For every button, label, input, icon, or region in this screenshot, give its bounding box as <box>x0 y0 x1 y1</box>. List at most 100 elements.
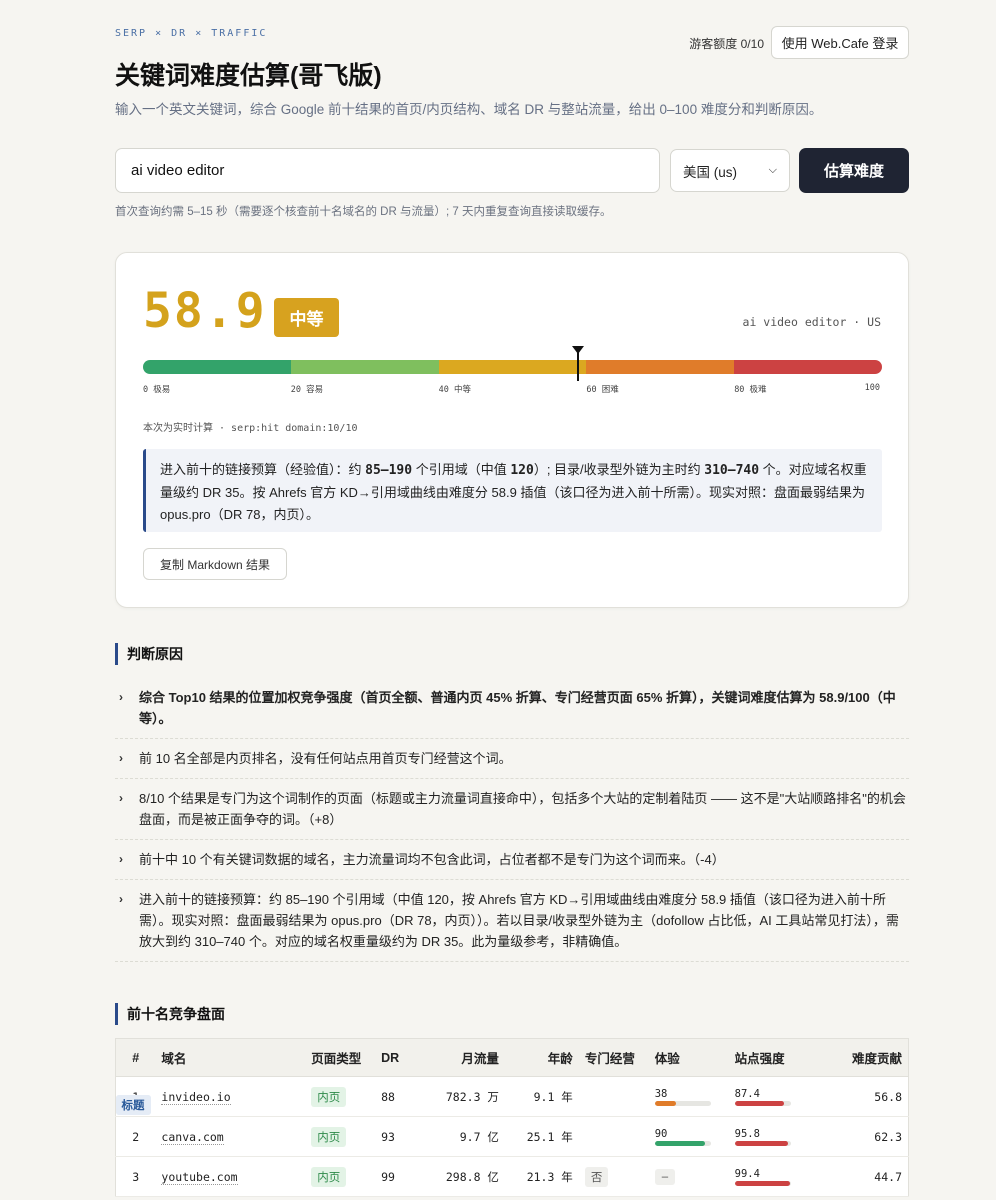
gauge-tick-label: 80 极难 <box>734 385 767 395</box>
gauge-segment <box>290 360 439 374</box>
gauge-tick-label: 0 极易 <box>143 385 171 395</box>
estimate-button[interactable]: 估算难度 <box>799 148 909 193</box>
rank: 2 <box>132 1129 140 1144</box>
age-value: 25.1 年 <box>526 1129 573 1144</box>
gauge-tick-label: 40 中等 <box>438 385 471 395</box>
login-button[interactable]: 使用 Web.Cafe 登录 <box>771 26 909 59</box>
reason-text: 8/10 个结果是专门为这个词制作的页面（标题或主力流量词直接命中），包括多个大… <box>139 791 906 827</box>
column-header: 页面类型 <box>305 1038 376 1077</box>
column-header: 体验 <box>648 1038 729 1077</box>
age-value: 9.1 年 <box>533 1089 573 1104</box>
column-header: 专门经营 <box>578 1038 649 1077</box>
column-header: 年龄 <box>504 1038 579 1077</box>
strength-meter-fill <box>734 1140 789 1146</box>
chevron-right-icon: › <box>119 852 123 866</box>
strength-meter: 95.8 <box>734 1127 791 1146</box>
chevron-down-icon: ⌵ <box>768 164 777 176</box>
reasons-heading: 判断原因 <box>115 643 183 665</box>
ux-empty: – <box>654 1168 676 1185</box>
gauge-segment <box>438 360 587 374</box>
strength-meter-value: 87.4 <box>734 1087 760 1100</box>
gauge-tick-label: 100 <box>864 383 880 393</box>
domain-link[interactable]: canva.com <box>161 1129 224 1145</box>
column-header: DR <box>375 1038 418 1077</box>
age-value: 21.3 年 <box>526 1169 573 1184</box>
dr-value: 99 <box>381 1169 395 1184</box>
gauge-segment <box>143 360 291 374</box>
chevron-right-icon: › <box>119 892 123 906</box>
reason-item: › 综合 Top10 结果的位置加权竞争强度（首页全额、普通内页 45% 折算、专… <box>115 678 909 739</box>
traffic-value: 9.7 亿 <box>459 1129 499 1144</box>
strength-meter: 99.4 <box>734 1167 791 1186</box>
chevron-right-icon: › <box>119 751 123 765</box>
difficulty-score: 58.9 <box>143 283 267 339</box>
link-budget-note: 进入前十的链接预算（经验值）：约 85–190 个引用域（中值 120）; 目录… <box>143 449 882 532</box>
difficulty-gauge <box>143 360 882 374</box>
reason-text: 前十中 10 个有关键词数据的域名，主力流量词均不包含此词，占位者都不是专门为这… <box>139 852 725 867</box>
chevron-right-icon: › <box>119 791 123 805</box>
table-row: 2 canva.com 内页 93 9.7 亿 25.1 年 标题 90 95.8 62.3 <box>115 1094 909 1157</box>
result-card: 58.9 中等 ai video editor · US 0 极易 20 容易 40… <box>115 252 909 608</box>
reason-item: › 进入前十的链接预算：约 85–190 个引用域（中值 120，按 Ahrefs… <box>115 880 909 962</box>
traffic-value: 298.8 亿 <box>445 1169 499 1184</box>
strength-meter-value: 95.8 <box>734 1127 760 1140</box>
contribution-value: 62.3 <box>874 1129 902 1144</box>
gauge-segment <box>586 360 735 374</box>
region-select[interactable]: 美国 (us) ⌵ <box>670 149 790 192</box>
competition-table: #域名页面类型DR月流量年龄专门经营体验站点强度难度贡献 1invideo.io… <box>115 1038 909 1197</box>
query-hint: 首次查询约需 5–15 秒（需要逐个核查前十名域名的 DR 与流量）; 7 天内… <box>115 206 612 218</box>
dedicated-badge: 标题 <box>115 1094 151 1115</box>
table-row: 3 youtube.com 内页 99 298.8 亿 21.3 年否 – 99.4 44.7 <box>115 1156 909 1197</box>
page-subtitle: 输入一个英文关键词，综合 Google 前十结果的首页/内页结构、域名 DR 与… <box>115 102 823 117</box>
strength-meter-fill <box>734 1180 791 1186</box>
column-header: # <box>115 1038 156 1077</box>
gauge-tick-label: 60 困难 <box>586 385 619 395</box>
contribution-value: 44.7 <box>874 1169 902 1184</box>
page-title: 关键词难度估算(哥飞版) <box>115 62 382 90</box>
region-select-value: 美国 (us) <box>683 164 737 180</box>
page-type-badge: 内页 <box>311 1126 347 1147</box>
ux-meter-fill <box>654 1100 676 1106</box>
contribution-value: 56.8 <box>874 1089 902 1104</box>
dedicated-badge: 否 <box>584 1166 609 1187</box>
column-header: 域名 <box>155 1038 306 1077</box>
eyebrow: SERP × DR × TRAFFIC <box>115 28 268 39</box>
domain-link[interactable]: youtube.com <box>161 1169 238 1185</box>
ux-meter: 90 <box>654 1127 711 1146</box>
guest-quota: 游客额度 0/10 <box>689 37 764 51</box>
gauge-tick-label: 20 容易 <box>290 385 324 395</box>
page-type-badge: 内页 <box>311 1086 347 1107</box>
column-header: 难度贡献 <box>814 1038 909 1077</box>
rank: 3 <box>132 1169 140 1184</box>
reason-item: › 前 10 名全部是内页排名，没有任何站点用首页专门经营这个词。 <box>115 739 909 779</box>
keyword-meta: ai video editor · US <box>742 315 881 329</box>
gauge-segment <box>734 360 882 374</box>
reason-text: 综合 Top10 结果的位置加权竞争强度（首页全额、普通内页 45% 折算、专门… <box>139 690 896 726</box>
dr-value: 93 <box>381 1129 395 1144</box>
reason-item: › 8/10 个结果是专门为这个词制作的页面（标题或主力流量词直接命中），包括多个… <box>115 779 909 840</box>
strength-meter: 87.4 <box>734 1087 791 1106</box>
strength-meter-fill <box>734 1100 784 1106</box>
ux-meter-fill <box>654 1140 706 1146</box>
keyword-input[interactable] <box>115 148 660 193</box>
chevron-right-icon: › <box>119 690 123 704</box>
copy-markdown-button[interactable]: 复制 Markdown 结果 <box>143 548 287 580</box>
competition-heading: 前十名竞争盘面 <box>115 1003 225 1025</box>
reasons-list: › 综合 Top10 结果的位置加权竞争强度（首页全额、普通内页 45% 折算、专… <box>115 678 909 962</box>
difficulty-level-badge: 中等 <box>274 298 339 337</box>
ux-meter-value: 38 <box>654 1087 668 1100</box>
domain-link[interactable]: invideo.io <box>161 1089 231 1105</box>
gauge-marker-line <box>577 349 580 381</box>
reason-text: 前 10 名全部是内页排名，没有任何站点用首页专门经营这个词。 <box>139 751 512 766</box>
page-type-badge: 内页 <box>311 1166 347 1187</box>
reason-text: 进入前十的链接预算：约 85–190 个引用域（中值 120，按 Ahrefs … <box>139 892 899 949</box>
dr-value: 88 <box>381 1089 395 1104</box>
column-header: 月流量 <box>417 1038 505 1077</box>
column-header: 站点强度 <box>728 1038 815 1077</box>
traffic-value: 782.3 万 <box>445 1089 499 1104</box>
strength-meter-value: 99.4 <box>734 1167 760 1180</box>
calc-info: 本次为实时计算 · serp:hit domain:10/10 <box>143 423 358 434</box>
table-row: 1invideo.io内页88782.3 万9.1 年标题3887.456.8 <box>115 1076 909 1117</box>
reason-item: › 前十中 10 个有关键词数据的域名，主力流量词均不包含此词，占位者都不是专门为… <box>115 840 909 880</box>
ux-meter-value: 90 <box>654 1127 668 1140</box>
